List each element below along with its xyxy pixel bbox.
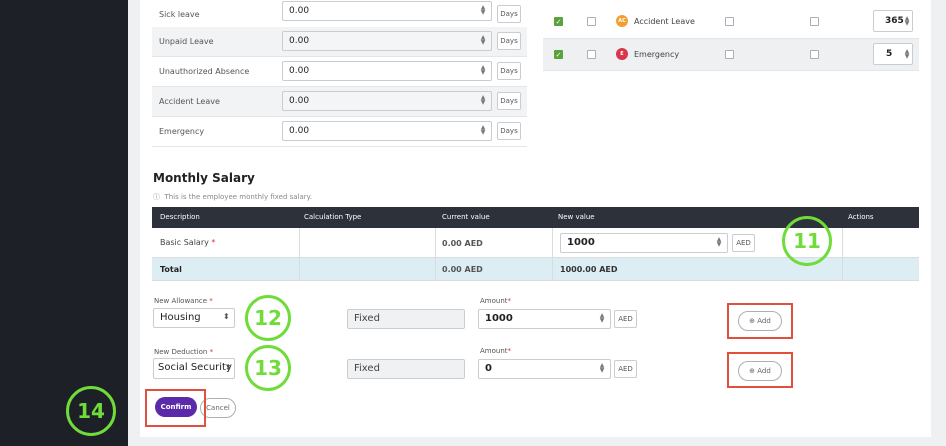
leave-type-name: Emergency: [634, 50, 680, 59]
deduction-amount-input[interactable]: 0 ▲ ▼: [478, 359, 611, 379]
allowance-type: Fixed: [347, 309, 465, 329]
leave-days-input[interactable]: 0.00 ▲ ▼: [282, 121, 492, 141]
leave-row-sick: Sick leave 0.00 ▲ ▼ Days: [152, 0, 527, 30]
checkbox[interactable]: [587, 50, 596, 59]
checkbox-checked[interactable]: ✓: [554, 50, 563, 59]
column-header: New value: [558, 213, 595, 221]
leave-days-input[interactable]: 0.00 ▲ ▼: [282, 61, 492, 81]
stepper-icon[interactable]: ▲ ▼: [715, 237, 723, 248]
select-arrow-icon: ⬍: [225, 363, 232, 372]
section-title: Monthly Salary: [153, 171, 255, 185]
checkbox-checked[interactable]: ✓: [554, 17, 563, 26]
info-icon: ⓘ: [153, 193, 160, 201]
stepper-icon[interactable]: ▲ ▼: [598, 363, 606, 374]
current-value: 0.00 AED: [442, 239, 483, 248]
column-header: Description: [160, 213, 200, 221]
leave-days-input[interactable]: 0.00 ▲ ▼: [282, 31, 492, 51]
checkbox[interactable]: [810, 50, 819, 59]
highlight-box-add-deduction: [727, 352, 793, 388]
leave-row-accident: Accident Leave 0.00 ▲ ▼ Days: [152, 87, 527, 117]
leave-label: Emergency: [159, 127, 205, 136]
salary-description: Basic Salary *: [160, 238, 216, 247]
leave-label: Unpaid Leave: [159, 37, 214, 46]
column-header: Calculation Type: [304, 213, 362, 221]
amount-label: Amount*: [480, 347, 512, 355]
total-current-value: 0.00 AED: [442, 265, 483, 274]
annotation-number-13: 13: [245, 345, 291, 391]
stepper-icon[interactable]: ▲ ▼: [479, 5, 487, 16]
column-header: Current value: [442, 213, 490, 221]
stepper-icon[interactable]: ▲ ▼: [903, 16, 911, 27]
annotation-number-12: 12: [245, 295, 291, 341]
leave-type-name: Accident Leave: [634, 17, 695, 26]
allowance-select[interactable]: Housing ⬍: [153, 308, 235, 328]
stepper-icon[interactable]: ▲ ▼: [479, 95, 487, 106]
amount-label: Amount*: [480, 297, 512, 305]
leave-days-input[interactable]: 365 ▲ ▼: [873, 10, 913, 32]
checkbox[interactable]: [725, 50, 734, 59]
leave-label: Accident Leave: [159, 97, 220, 106]
stepper-icon[interactable]: ▲ ▼: [479, 65, 487, 76]
deduction-label: New Deduction *: [154, 348, 214, 356]
unit-label: Days: [497, 5, 521, 23]
dark-sidebar: [0, 0, 128, 446]
highlight-box-add-allowance: [727, 303, 793, 339]
unit-label: Days: [497, 122, 521, 140]
deduction-select[interactable]: Social Security ⬍: [153, 358, 235, 379]
leave-row-unauthorized: Unauthorized Absence 0.00 ▲ ▼ Days: [152, 57, 527, 87]
leave-label: Unauthorized Absence: [159, 67, 250, 76]
leave-type-row-accident: ✓ AC Accident Leave 365 ▲ ▼: [543, 6, 919, 39]
leave-days-input[interactable]: 0.00 ▲ ▼: [282, 91, 492, 111]
leave-type-badge: E: [616, 48, 628, 60]
leave-label: Sick leave: [159, 10, 200, 19]
annotation-number-14: 14: [66, 386, 116, 436]
checkbox[interactable]: [810, 17, 819, 26]
unit-label: Days: [497, 62, 521, 80]
unit-label: AED: [614, 360, 637, 378]
total-label: Total: [160, 265, 182, 274]
leave-days-input[interactable]: 5 ▲ ▼: [873, 43, 913, 65]
leave-days-input[interactable]: 0.00 ▲ ▼: [282, 1, 492, 21]
leave-type-row-emergency: ✓ E Emergency 5 ▲ ▼: [543, 39, 919, 71]
leave-type-badge: AC: [616, 15, 628, 27]
column-header: Actions: [848, 213, 874, 221]
checkbox[interactable]: [587, 17, 596, 26]
allowance-label: New Allowance *: [154, 297, 213, 305]
checkbox[interactable]: [725, 17, 734, 26]
leave-row-emergency: Emergency 0.00 ▲ ▼ Days: [152, 117, 527, 147]
stepper-icon[interactable]: ▲ ▼: [903, 49, 911, 60]
new-salary-input[interactable]: 1000 ▲ ▼: [560, 233, 728, 253]
stepper-icon[interactable]: ▲ ▼: [479, 35, 487, 46]
unit-label: AED: [614, 310, 637, 328]
unit-label: AED: [732, 234, 755, 252]
stepper-icon[interactable]: ▲ ▼: [479, 125, 487, 136]
unit-label: Days: [497, 32, 521, 50]
section-description: ⓘ This is the employee monthly fixed sal…: [153, 193, 313, 201]
deduction-type: Fixed: [347, 359, 465, 379]
total-new-value: 1000.00 AED: [560, 265, 618, 274]
allowance-amount-input[interactable]: 1000 ▲ ▼: [478, 309, 611, 329]
select-arrow-icon: ⬍: [223, 312, 230, 321]
unit-label: Days: [497, 92, 521, 110]
stepper-icon[interactable]: ▲ ▼: [598, 313, 606, 324]
leave-row-unpaid: Unpaid Leave 0.00 ▲ ▼ Days: [152, 27, 527, 57]
annotation-number-11: 11: [782, 216, 832, 266]
highlight-box-confirm: [145, 389, 206, 427]
